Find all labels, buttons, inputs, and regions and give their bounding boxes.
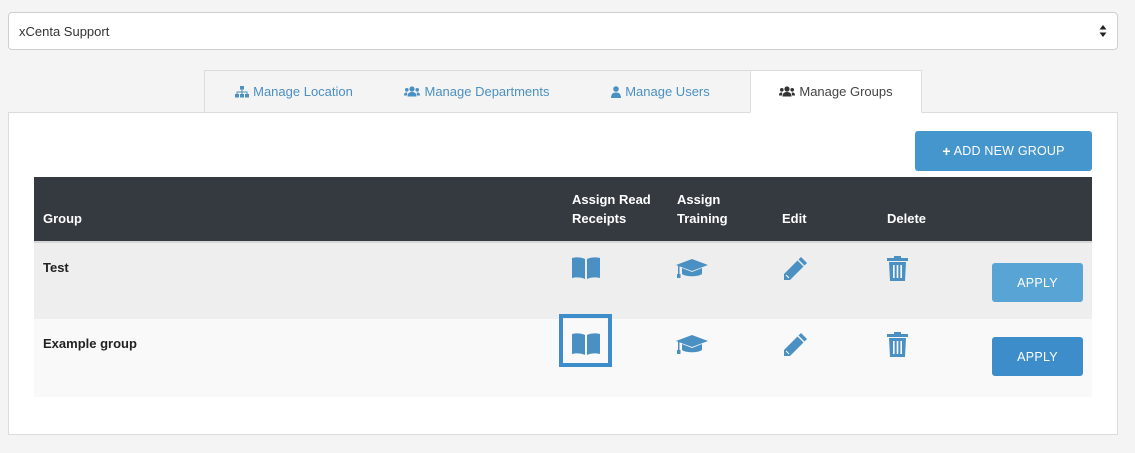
graduation-cap-icon[interactable] <box>676 335 708 357</box>
user-icon <box>611 85 622 98</box>
header-assign-read-receipts: Assign Read Receipts <box>572 192 651 226</box>
tab-manage-location[interactable]: Manage Location <box>204 70 383 112</box>
organization-select-value: xCenta Support <box>19 24 110 39</box>
table-row: Example group APPLY <box>34 314 1092 397</box>
groups-panel: + ADD NEW GROUP Group Assign Read Receip… <box>8 112 1118 435</box>
organization-select[interactable]: xCenta Support <box>8 12 1118 50</box>
add-new-group-label: ADD NEW GROUP <box>953 144 1065 158</box>
header-edit: Edit <box>782 211 807 226</box>
tab-label: Manage Groups <box>799 84 893 99</box>
book-open-icon[interactable] <box>572 257 600 279</box>
users-icon <box>779 86 796 97</box>
tab-label: Manage Users <box>625 84 710 99</box>
pencil-icon[interactable] <box>782 332 808 358</box>
apply-button[interactable]: APPLY <box>992 337 1083 376</box>
trash-icon[interactable] <box>887 332 908 357</box>
header-group: Group <box>43 211 82 226</box>
graduation-cap-icon[interactable] <box>676 259 708 281</box>
table-header: Group Assign Read Receipts Assign Traini… <box>34 177 1092 241</box>
tab-label: Manage Location <box>253 84 353 99</box>
tab-bar: Manage Location Manage Departments Manag… <box>204 70 922 113</box>
table-row: Test APPLY <box>34 241 1092 321</box>
add-new-group-button[interactable]: + ADD NEW GROUP <box>915 131 1092 171</box>
tab-manage-users[interactable]: Manage Users <box>571 70 750 112</box>
users-icon <box>404 86 421 97</box>
select-arrows-icon <box>1099 25 1107 37</box>
group-name: Test <box>43 260 69 275</box>
header-delete: Delete <box>887 211 927 226</box>
group-name: Example group <box>43 336 137 351</box>
plus-icon: + <box>942 143 951 159</box>
pencil-icon[interactable] <box>782 256 808 282</box>
tab-manage-groups[interactable]: Manage Groups <box>750 70 922 113</box>
sitemap-icon <box>235 85 250 97</box>
header-assign-training: Assign Training <box>677 192 728 226</box>
trash-icon[interactable] <box>887 256 908 281</box>
apply-button[interactable]: APPLY <box>992 263 1083 302</box>
tab-manage-departments[interactable]: Manage Departments <box>383 70 571 112</box>
tab-label: Manage Departments <box>424 84 550 99</box>
book-open-icon[interactable] <box>572 333 600 355</box>
